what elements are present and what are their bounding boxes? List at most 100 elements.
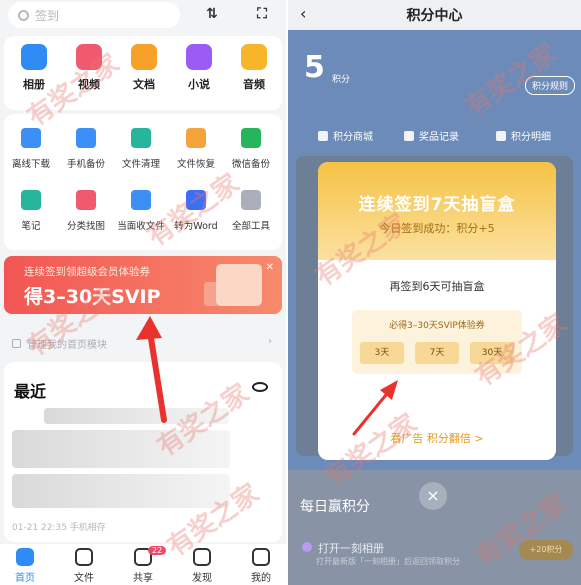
recent-title: 最近 xyxy=(14,382,47,401)
bottom-tabbar: 首页 文件 共享 22 发现 我的 xyxy=(0,544,286,585)
app-label: 音频 xyxy=(243,78,265,91)
voucher-title: 必得3–30天SVIP体验券 xyxy=(389,321,485,331)
settings-icon xyxy=(12,339,21,348)
header: ‹ 积分中心 xyxy=(288,0,581,30)
tab-badge: 22 xyxy=(148,546,167,555)
tab-1[interactable]: 文件 xyxy=(59,548,109,584)
apps-card: 相册 视频 文档 小说 音频 xyxy=(4,36,282,110)
manage-label: 管理我的首页模块 xyxy=(27,340,107,351)
sort-icon[interactable]: ⇅ xyxy=(198,2,226,26)
app-label: 小说 xyxy=(188,78,210,91)
tool-icon xyxy=(131,128,151,148)
tab-icon xyxy=(16,548,34,566)
banner-subtitle: 连续签到领超级会员体验券 xyxy=(24,266,150,278)
blurred-thumbnail xyxy=(12,430,230,468)
recent-time: 01-21 22:35 手机相存 xyxy=(12,523,106,533)
tool-1-0[interactable]: 笔记 xyxy=(3,190,59,232)
app-icon xyxy=(186,44,212,70)
daily-title: 每日赢积分 xyxy=(300,499,370,515)
app-icon xyxy=(76,44,102,70)
tab-label: 发现 xyxy=(192,573,212,584)
manage-modules-link[interactable]: 管理我的首页模块 xyxy=(12,336,107,351)
left-screen: 签到 ⇅ ⛶ 相册 视频 文档 小说 音频 离线下载 手机备份 文件清理 文件恢复 微信备份笔记… xyxy=(0,0,286,585)
scan-icon[interactable]: ⛶ xyxy=(248,2,276,26)
tool-1-1[interactable]: 分类找图 xyxy=(58,190,114,232)
tab-label: 文件 xyxy=(74,573,94,584)
app-label: 相册 xyxy=(23,78,45,91)
gift-icon xyxy=(404,130,414,141)
tool-0-4[interactable]: 微信备份 xyxy=(223,128,279,170)
menu-shop-label: 积分商城 xyxy=(333,132,373,143)
tool-label: 手机备份 xyxy=(66,159,105,170)
tool-icon xyxy=(21,128,41,148)
tool-label: 离线下载 xyxy=(11,159,50,170)
rules-button[interactable]: 积分规则 xyxy=(524,76,575,95)
tool-icon xyxy=(186,128,206,148)
app-0[interactable]: 相册 xyxy=(6,44,62,92)
dialog-subtitle: 再签到6天可抽盲盒 xyxy=(389,280,485,293)
tool-icon xyxy=(131,190,151,210)
app-icon xyxy=(131,44,157,70)
tab-icon xyxy=(75,548,93,566)
tab-label: 首页 xyxy=(15,573,35,584)
menu-details[interactable]: 积分明细 xyxy=(496,128,551,143)
tab-0[interactable]: 首页 xyxy=(0,548,50,584)
tool-label: 文件恢复 xyxy=(176,159,215,170)
blurred-thumbnail xyxy=(12,474,230,508)
dialog-title: 连续签到7天抽盲盒 xyxy=(358,195,516,215)
dialog-today: 今日签到成功：积分+5 xyxy=(379,222,495,235)
tool-0-0[interactable]: 离线下载 xyxy=(3,128,59,170)
tool-label: 当面收文件 xyxy=(117,221,165,232)
manage-arrow-icon[interactable]: › xyxy=(268,336,272,347)
search-bar[interactable]: 签到 xyxy=(8,2,180,28)
tool-0-3[interactable]: 文件恢复 xyxy=(168,128,224,170)
eye-icon[interactable] xyxy=(252,382,268,392)
points-value: 5 xyxy=(304,50,325,85)
tool-label: 全部工具 xyxy=(231,221,270,232)
tab-label: 我的 xyxy=(251,573,271,584)
red-arrow-annotation xyxy=(352,380,398,436)
tool-1-4[interactable]: 全部工具 xyxy=(223,190,279,232)
task-button[interactable]: +20积分 xyxy=(519,540,573,560)
search-placeholder: 签到 xyxy=(35,8,60,23)
tool-0-1[interactable]: 手机备份 xyxy=(58,128,114,170)
banner-close-icon[interactable]: ✕ xyxy=(266,262,274,273)
tool-label: 笔记 xyxy=(21,221,41,232)
tab-4[interactable]: 我的 xyxy=(236,548,286,584)
calendar-illustration xyxy=(216,264,262,306)
tool-1-3[interactable]: 转为Word xyxy=(168,190,224,232)
menu-details-label: 积分明细 xyxy=(511,132,551,143)
close-dialog-button[interactable]: × xyxy=(419,482,447,510)
list-icon xyxy=(496,130,506,141)
album-icon xyxy=(302,542,312,552)
task-desc: 打开最新版「一刻相册」后返回领取积分 xyxy=(316,557,460,566)
tab-2[interactable]: 共享 22 xyxy=(118,546,168,584)
tool-icon xyxy=(186,190,206,210)
tab-icon xyxy=(193,548,211,566)
app-label: 文档 xyxy=(133,78,155,91)
app-2[interactable]: 文档 xyxy=(116,44,172,92)
task-title: 打开一刻相册 xyxy=(318,542,384,555)
tool-1-2[interactable]: 当面收文件 xyxy=(113,190,169,232)
tab-3[interactable]: 发现 xyxy=(177,548,227,584)
tool-label: 分类找图 xyxy=(66,221,105,232)
tool-0-2[interactable]: 文件清理 xyxy=(113,128,169,170)
svip-banner[interactable]: 连续签到领超级会员体验券 得3–30天SVIP ✕ xyxy=(4,256,282,314)
dialog-header: 连续签到7天抽盲盒 今日签到成功：积分+5 xyxy=(318,162,556,260)
right-screen: ‹ 积分中心 5 积分 积分规则 积分商城 奖品记录 积分明细 每日赢积分 打开… xyxy=(288,0,581,585)
app-4[interactable]: 音频 xyxy=(226,44,282,92)
tool-icon xyxy=(241,128,261,148)
red-arrow-annotation xyxy=(136,316,167,423)
tool-label: 微信备份 xyxy=(231,159,270,170)
app-icon xyxy=(21,44,47,70)
app-label: 视频 xyxy=(78,78,100,91)
tools-card: 离线下载 手机备份 文件清理 文件恢复 微信备份笔记 分类找图 当面收文件 转为Word 全部工… xyxy=(4,114,282,250)
tool-label: 转为Word xyxy=(174,221,218,232)
tab-icon xyxy=(252,548,270,566)
tool-icon xyxy=(21,190,41,210)
shop-icon xyxy=(318,130,328,141)
app-3[interactable]: 小说 xyxy=(171,44,227,92)
menu-prizes[interactable]: 奖品记录 xyxy=(404,128,459,143)
app-1[interactable]: 视频 xyxy=(61,44,117,92)
menu-shop[interactable]: 积分商城 xyxy=(318,128,373,143)
